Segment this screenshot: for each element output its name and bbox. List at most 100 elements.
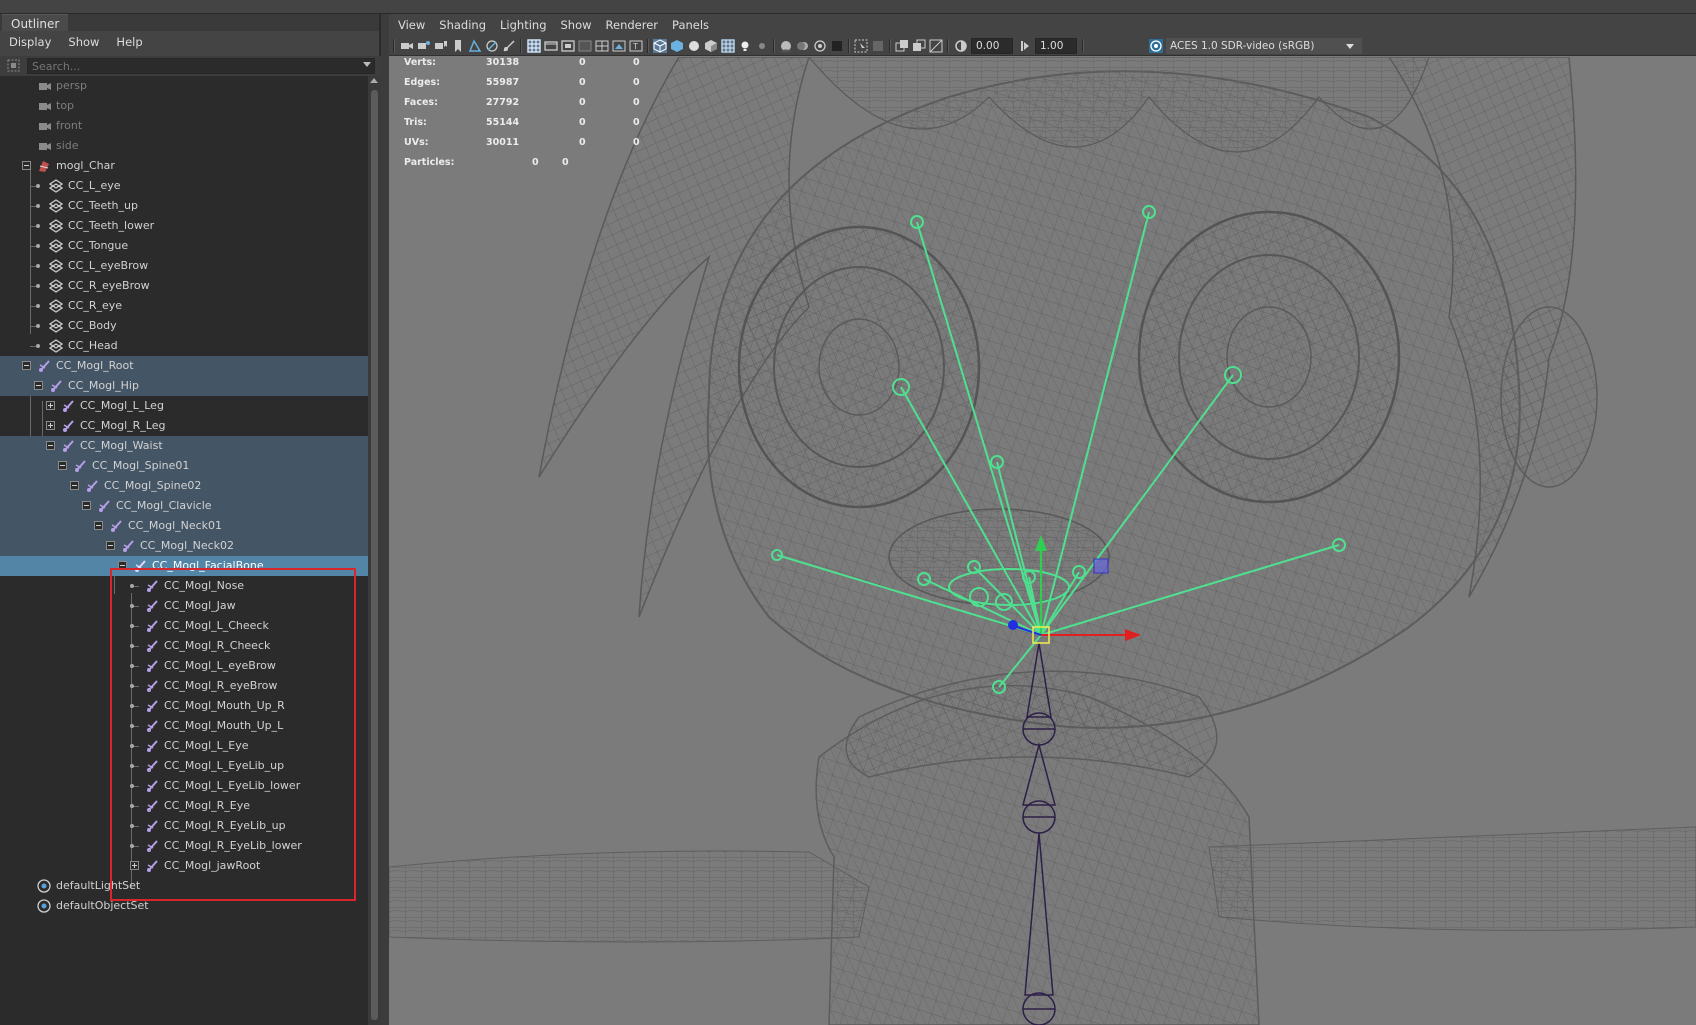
chevron-down-icon[interactable] [1346, 44, 1354, 49]
list-item[interactable]: CC_Mogl_L_eyeBrow [0, 656, 368, 676]
gamma-icon[interactable] [1018, 39, 1032, 53]
list-item[interactable]: CC_Mogl_L_Cheeck [0, 616, 368, 636]
grease-pencil-icon[interactable] [485, 39, 499, 53]
collapse-toggle-icon[interactable] [106, 541, 115, 550]
expand-toggle-icon[interactable] [130, 861, 139, 870]
collapse-toggle-icon[interactable] [118, 561, 127, 570]
collapse-toggle-icon[interactable] [34, 381, 43, 390]
wireframe-icon[interactable] [653, 39, 667, 53]
list-item[interactable]: defaultLightSet [0, 876, 368, 896]
list-item[interactable]: CC_Mogl_L_Eye [0, 736, 368, 756]
menu-renderer[interactable]: Renderer [606, 18, 659, 32]
list-item[interactable]: CC_Mogl_R_eyeBrow [0, 676, 368, 696]
3d-viewport-canvas[interactable]: Verts: 30138 0 0 Edges: 55987 0 0 Faces:… [389, 57, 1696, 1025]
list-item[interactable]: CC_Mogl_R_EyeLib_up [0, 816, 368, 836]
lights-icon[interactable] [738, 39, 752, 53]
list-item[interactable]: CC_L_eye [0, 176, 368, 196]
list-item[interactable]: CC_R_eye [0, 296, 368, 316]
menu-shading[interactable]: Shading [439, 18, 486, 32]
camera-attributes-icon[interactable] [417, 39, 431, 53]
list-item[interactable]: CC_Mogl_Neck01 [0, 516, 368, 536]
exposure-field[interactable]: 0.00 [971, 38, 1013, 54]
list-item[interactable]: CC_Mogl_Mouth_Up_R [0, 696, 368, 716]
xray-icon[interactable] [871, 39, 885, 53]
list-item[interactable]: side [0, 136, 368, 156]
tab-outliner[interactable]: Outliner [2, 14, 69, 31]
exposure-icon[interactable] [954, 39, 968, 53]
list-item[interactable]: CC_Mogl_R_Eye [0, 796, 368, 816]
isolate-select-icon[interactable] [854, 39, 868, 53]
list-item[interactable]: CC_Mogl_R_Cheeck [0, 636, 368, 656]
search-options-chevron-icon[interactable] [363, 62, 371, 67]
field-chart-icon[interactable] [595, 39, 609, 53]
list-item[interactable]: CC_Mogl_L_EyeLib_up [0, 756, 368, 776]
list-item[interactable]: CC_Teeth_lower [0, 216, 368, 236]
bookmark-camera-icon[interactable] [434, 39, 448, 53]
menu-help[interactable]: Help [116, 35, 142, 49]
xray-joints-icon[interactable] [895, 39, 909, 53]
list-item[interactable]: CC_Mogl_Mouth_Up_L [0, 716, 368, 736]
list-item[interactable]: CC_Mogl_Spine02 [0, 476, 368, 496]
smooth-shade-icon[interactable] [670, 39, 684, 53]
menu-panels[interactable]: Panels [672, 18, 709, 32]
list-item[interactable]: CC_Mogl_Jaw [0, 596, 368, 616]
list-item[interactable]: defaultObjectSet [0, 896, 368, 916]
menu-display[interactable]: Display [9, 35, 51, 49]
menu-show[interactable]: Show [68, 35, 99, 49]
color-management-icon[interactable] [1149, 39, 1163, 53]
expand-toggle-icon[interactable] [46, 421, 55, 430]
list-item[interactable]: CC_Mogl_Neck02 [0, 536, 368, 556]
list-item[interactable]: CC_Mogl_Root [0, 356, 368, 376]
menu-view[interactable]: View [398, 18, 425, 32]
list-item[interactable]: CC_Mogl_Hip [0, 376, 368, 396]
gate-mask-icon[interactable] [578, 39, 592, 53]
safe-action-icon[interactable] [612, 39, 626, 53]
depth-of-field-icon[interactable] [830, 39, 844, 53]
list-item[interactable]: CC_Mogl_Waist [0, 436, 368, 456]
list-item[interactable]: front [0, 116, 368, 136]
backface-culling-icon[interactable] [929, 39, 943, 53]
list-item[interactable]: CC_Mogl_Spine01 [0, 456, 368, 476]
list-item[interactable]: CC_Mogl_L_EyeLib_lower [0, 776, 368, 796]
list-item[interactable]: persp [0, 76, 368, 96]
scroll-thumb[interactable] [371, 90, 378, 1020]
collapse-toggle-icon[interactable] [46, 441, 55, 450]
view-transform-dropdown[interactable]: ACES 1.0 SDR-video (sRGB) [1166, 38, 1362, 54]
textured-icon[interactable] [704, 39, 718, 53]
list-item[interactable]: CC_R_eyeBrow [0, 276, 368, 296]
expand-toggle-icon[interactable] [46, 401, 55, 410]
collapse-toggle-icon[interactable] [22, 361, 31, 370]
outliner-scrollbar[interactable] [368, 76, 381, 1025]
collapse-toggle-icon[interactable] [22, 161, 31, 170]
shadows-icon[interactable] [755, 39, 769, 53]
list-item[interactable]: CC_Mogl_L_Leg [0, 396, 368, 416]
collapse-toggle-icon[interactable] [58, 461, 67, 470]
filter-icon[interactable] [6, 58, 21, 73]
scroll-up-arrow-icon[interactable] [370, 78, 378, 83]
list-item[interactable]: CC_Tongue [0, 236, 368, 256]
grid-toggle-icon[interactable] [527, 39, 541, 53]
default-material-icon[interactable] [687, 39, 701, 53]
select-camera-icon[interactable] [400, 39, 414, 53]
film-gate-icon[interactable] [544, 39, 558, 53]
screen-space-ao-icon[interactable] [779, 39, 793, 53]
image-plane-icon[interactable] [468, 39, 482, 53]
search-input[interactable] [27, 58, 375, 74]
collapse-toggle-icon[interactable] [70, 481, 79, 490]
wireframe-on-shaded-icon[interactable] [721, 39, 735, 53]
list-item[interactable]: CC_Teeth_up [0, 196, 368, 216]
list-item[interactable]: CC_Head [0, 336, 368, 356]
list-item[interactable]: CC_Mogl_Nose [0, 576, 368, 596]
xray-active-components-icon[interactable] [912, 39, 926, 53]
resolution-gate-icon[interactable] [561, 39, 575, 53]
collapse-toggle-icon[interactable] [82, 501, 91, 510]
list-item[interactable]: CC_Mogl_R_EyeLib_lower [0, 836, 368, 856]
menu-show[interactable]: Show [561, 18, 592, 32]
list-item[interactable]: top [0, 96, 368, 116]
list-item[interactable]: CC_L_eyeBrow [0, 256, 368, 276]
gamma-field[interactable]: 1.00 [1035, 38, 1077, 54]
list-item-selected[interactable]: CC_Mogl_FacialBone [0, 556, 368, 576]
bookmark-icon[interactable] [451, 39, 465, 53]
list-item[interactable]: CC_Mogl_jawRoot [0, 856, 368, 876]
motion-blur-icon[interactable] [796, 39, 810, 53]
